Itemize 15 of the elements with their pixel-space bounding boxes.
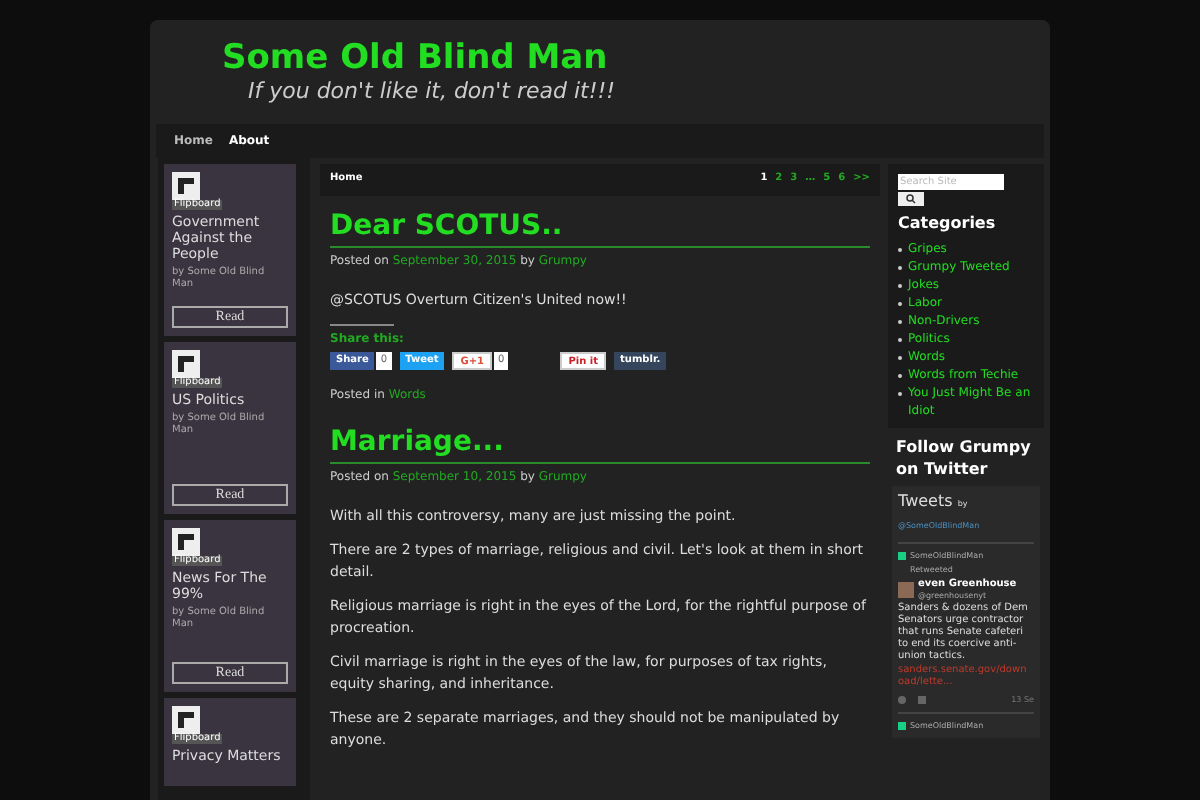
post-title[interactable]: Marriage...	[330, 424, 870, 464]
post-title[interactable]: Dear SCOTUS..	[330, 208, 870, 248]
search-icon	[906, 194, 916, 204]
site-title[interactable]: Some Old Blind Man	[222, 38, 1050, 78]
widget-title: Categories	[898, 212, 998, 236]
flipboard-logo-icon	[172, 350, 200, 378]
flipboard-logo-icon	[172, 172, 200, 200]
flipboard-logo-icon	[172, 528, 200, 556]
widget-title: Follow Grumpy on Twitter	[894, 436, 1033, 480]
site-tagline: If you don't like it, don't read it!!!	[248, 78, 618, 106]
flipboard-logo-icon	[172, 706, 200, 734]
avatar-placeholder	[898, 581, 914, 597]
retweet-icon	[898, 552, 906, 560]
search-button[interactable]	[898, 192, 924, 206]
retweet-icon	[898, 722, 906, 730]
